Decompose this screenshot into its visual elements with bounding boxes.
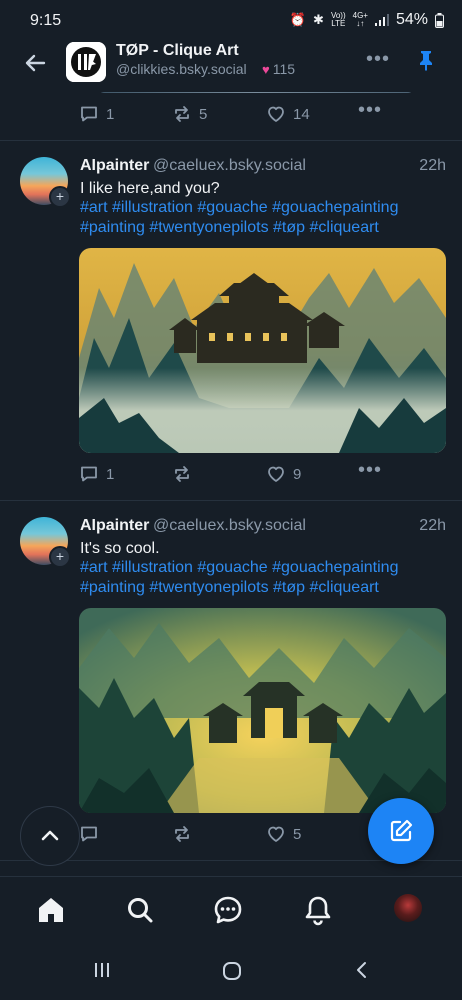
post-actions: 1 9 ••• xyxy=(0,459,462,486)
feed-like-count: ♥ 115 xyxy=(262,61,296,77)
reply-button[interactable]: 1 xyxy=(79,104,114,124)
pin-icon[interactable] xyxy=(414,48,438,72)
status-time: 9:15 xyxy=(30,12,62,29)
more-options-button[interactable]: ••• xyxy=(358,459,382,482)
heart-icon: ♥ xyxy=(262,61,270,77)
hashtags-line[interactable]: #art #illustration #gouache #gouachepain… xyxy=(80,559,398,577)
bluetooth-icon: ✱ xyxy=(313,12,324,27)
profile-avatar[interactable] xyxy=(394,894,422,922)
post[interactable]: + AIpainter @caeluex.bsky.social 22h I l… xyxy=(0,157,462,497)
heart-icon xyxy=(268,826,284,842)
recent-apps-icon[interactable] xyxy=(92,960,112,980)
post-text: It's so cool. xyxy=(80,540,160,557)
reply-button[interactable]: 1 xyxy=(79,464,114,484)
repost-button[interactable]: 5 xyxy=(172,104,207,124)
post-timestamp: 22h xyxy=(419,517,446,534)
like-count: 9 xyxy=(293,465,302,483)
feed-title: TØP - Clique Art xyxy=(116,42,239,59)
hashtags-line[interactable]: #art #illustration #gouache #gouachepain… xyxy=(80,199,398,217)
compose-button[interactable] xyxy=(368,798,434,864)
repost-button[interactable] xyxy=(172,464,199,484)
repost-button[interactable] xyxy=(172,824,199,844)
like-button[interactable]: 5 xyxy=(266,824,301,844)
post-timestamp: 22h xyxy=(419,157,446,174)
volte-indicator: Vo)) LTE xyxy=(330,11,346,28)
previous-post-actions: 1 5 14 ••• xyxy=(0,99,462,126)
network-type-indicator: 4G+ ↓↑ xyxy=(352,11,368,28)
repost-icon xyxy=(175,106,189,122)
repost-icon xyxy=(175,466,189,482)
hashtags-line[interactable]: #painting #twentyonepilots #tøp #cliquea… xyxy=(80,579,379,597)
comment-icon xyxy=(81,466,97,482)
follow-plus-icon[interactable]: + xyxy=(49,546,71,568)
arrow-left-icon[interactable] xyxy=(22,50,48,76)
heart-icon xyxy=(268,466,284,482)
post-text: I like here,and you? xyxy=(80,180,220,197)
like-button[interactable]: 9 xyxy=(266,464,301,484)
battery-icon xyxy=(435,12,444,28)
chat-icon[interactable] xyxy=(212,894,244,926)
compose-icon xyxy=(390,819,413,842)
author-name[interactable]: AIpainter xyxy=(80,517,149,535)
hashtags-line[interactable]: #painting #twentyonepilots #tøp #cliquea… xyxy=(80,219,379,237)
home-button-icon[interactable] xyxy=(221,960,243,982)
signal-icon xyxy=(374,14,389,26)
bell-icon[interactable] xyxy=(302,894,334,926)
like-button[interactable]: 14 xyxy=(266,104,310,124)
like-count: 14 xyxy=(293,105,310,123)
like-count: 5 xyxy=(293,825,302,843)
more-horizontal-icon: ••• xyxy=(358,99,383,121)
system-nav-bar xyxy=(0,942,462,1000)
repost-count: 5 xyxy=(199,105,208,123)
search-icon[interactable] xyxy=(124,894,156,926)
feed-avatar[interactable] xyxy=(66,42,106,82)
feed-header: TØP - Clique Art @clikkies.bsky.social ♥… xyxy=(0,36,462,92)
post-image[interactable] xyxy=(79,608,446,813)
author-name[interactable]: AIpainter xyxy=(80,157,149,175)
status-icons: ⏰ ✱ Vo)) LTE 4G+ ↓↑ 54% xyxy=(290,11,444,29)
comment-icon xyxy=(81,106,97,122)
feed-handle[interactable]: @clikkies.bsky.social xyxy=(116,61,247,77)
comment-icon xyxy=(81,826,97,842)
reply-count: 1 xyxy=(106,465,115,483)
more-horizontal-icon[interactable]: ••• xyxy=(366,48,390,71)
author-handle[interactable]: @caeluex.bsky.social xyxy=(153,157,306,175)
reply-button[interactable] xyxy=(79,824,106,844)
heart-icon xyxy=(268,106,284,122)
reply-count: 1 xyxy=(106,105,115,123)
scroll-to-top-button[interactable] xyxy=(20,806,80,866)
divider xyxy=(0,140,462,141)
repost-icon xyxy=(175,826,189,842)
bottom-nav xyxy=(0,876,462,943)
battery-percent: 54% xyxy=(395,11,428,28)
divider xyxy=(0,500,462,501)
post-image[interactable] xyxy=(79,248,446,453)
more-horizontal-icon: ••• xyxy=(358,459,383,481)
follow-plus-icon[interactable]: + xyxy=(49,186,71,208)
more-options-button[interactable]: ••• xyxy=(358,99,382,122)
alarm-icon: ⏰ xyxy=(289,12,307,27)
author-handle[interactable]: @caeluex.bsky.social xyxy=(153,517,306,535)
home-icon[interactable] xyxy=(35,894,67,926)
chevron-up-icon xyxy=(41,830,59,841)
back-nav-icon[interactable] xyxy=(352,960,372,980)
